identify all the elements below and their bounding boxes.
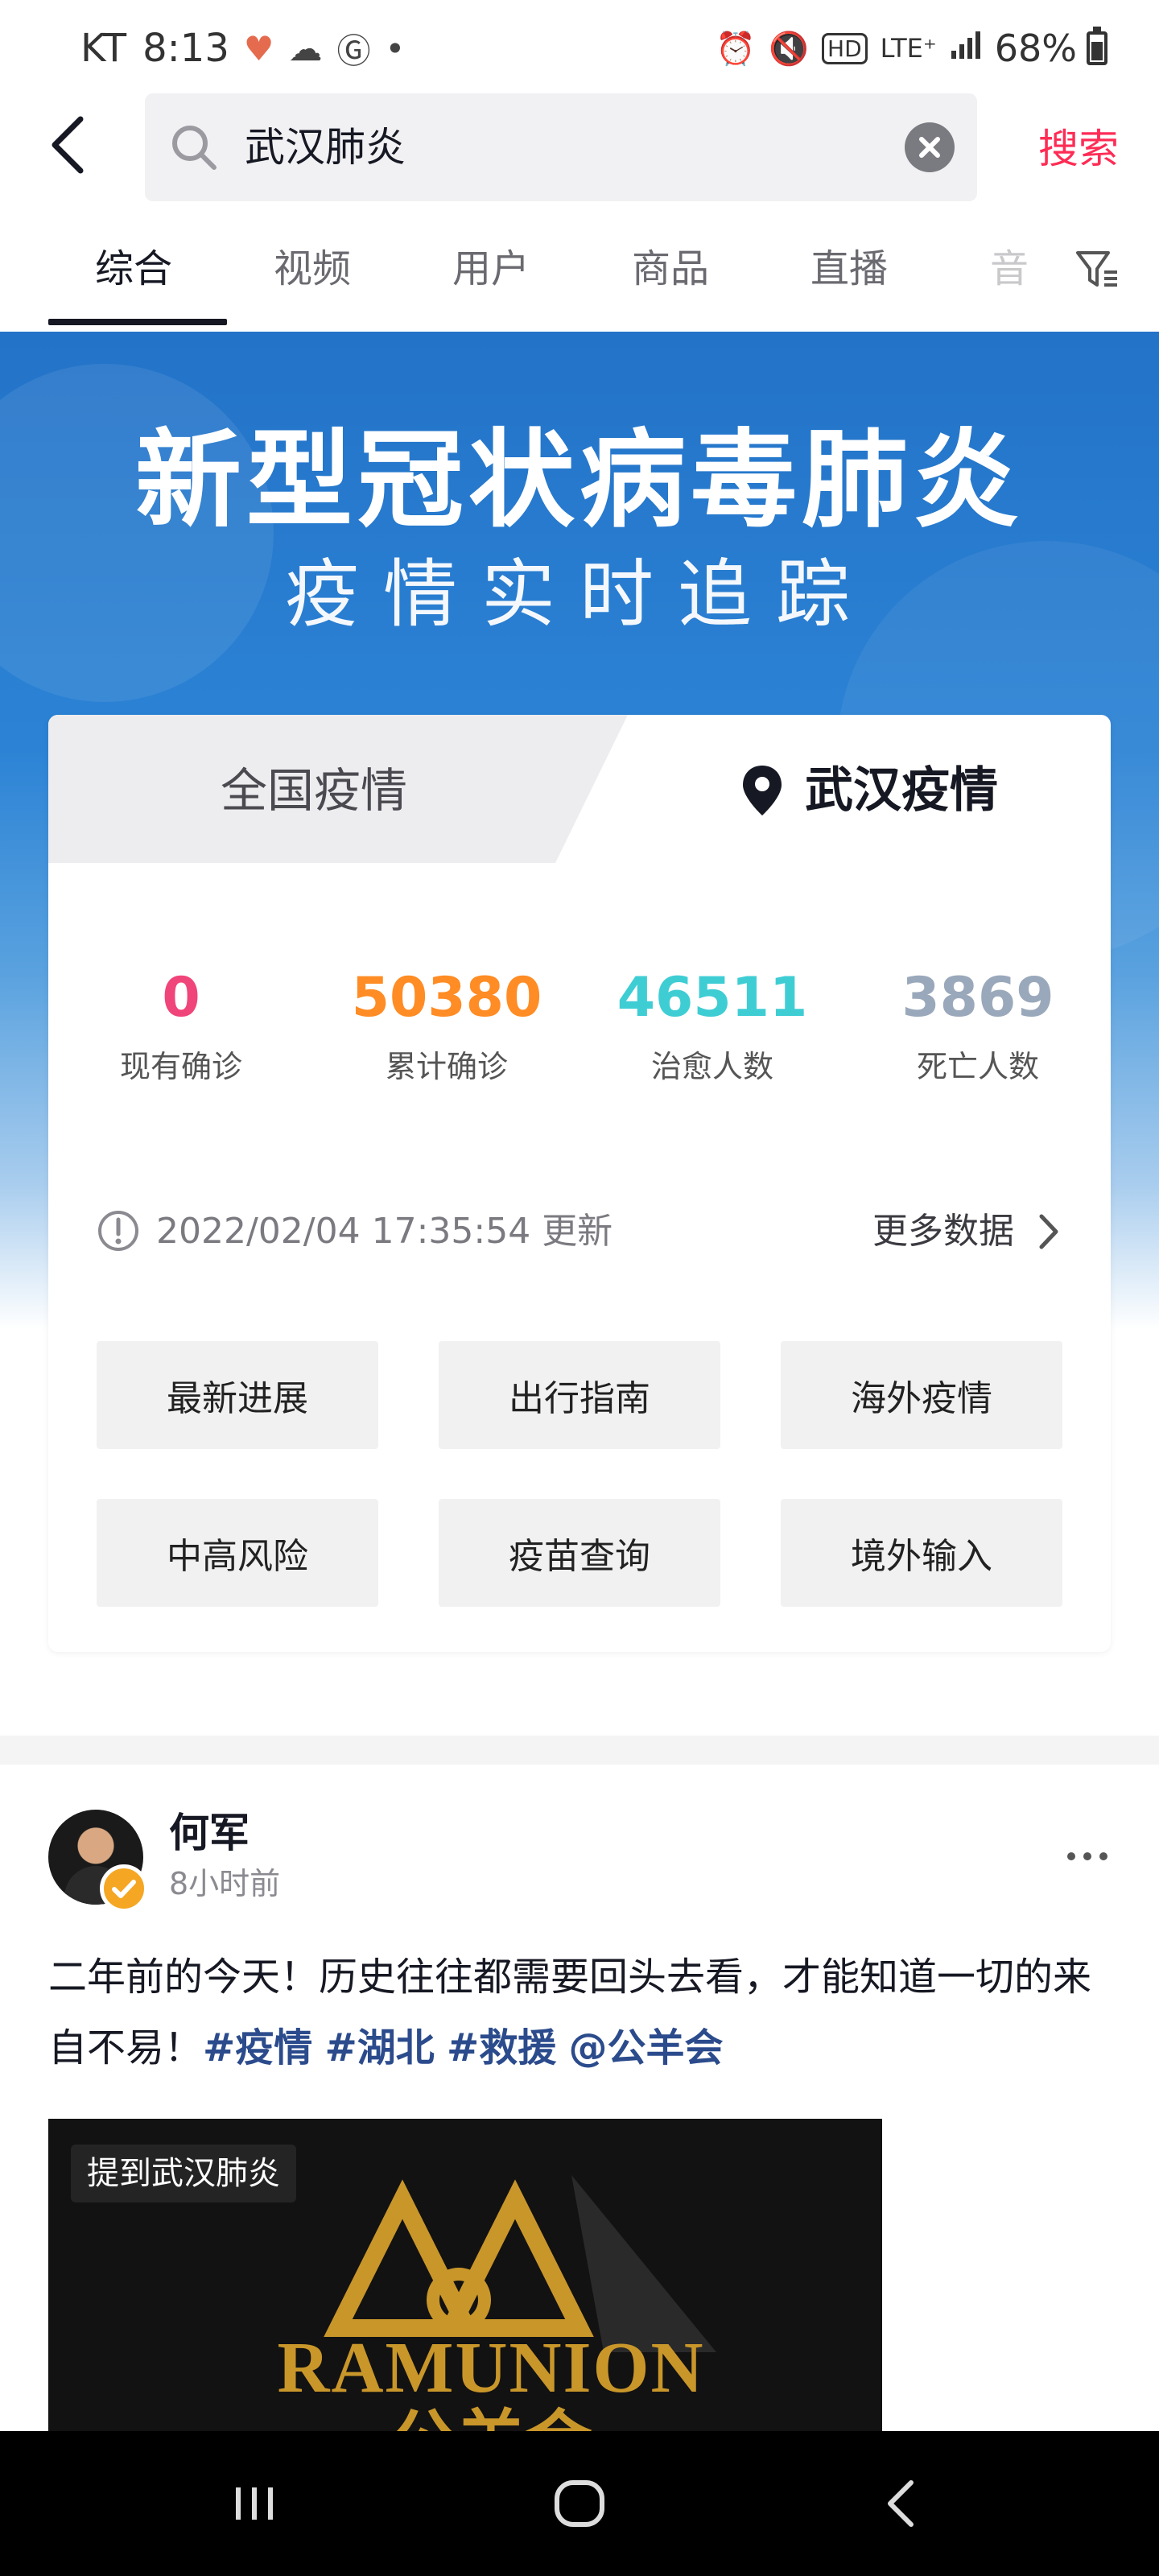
ramunion-logo-icon bbox=[324, 2175, 716, 2352]
more-data-link[interactable]: 更多数据 bbox=[872, 1208, 1062, 1256]
update-row: 2022/02/04 17:35:54 更新 更多数据 bbox=[97, 1198, 1062, 1262]
close-icon bbox=[919, 137, 940, 158]
battery-level bbox=[1091, 41, 1103, 60]
stat-value: 46511 bbox=[617, 966, 808, 1030]
more-data-label: 更多数据 bbox=[872, 1211, 1014, 1252]
stats-row: 0 现有确诊 50380 累计确诊 46511 治愈人数 3869 死亡人数 bbox=[48, 964, 1111, 1101]
battery-icon bbox=[1087, 27, 1107, 65]
overseas-epidemic-button[interactable]: 海外疫情 bbox=[781, 1341, 1062, 1449]
search-button[interactable]: 搜索 bbox=[1038, 119, 1119, 179]
more-dot-icon bbox=[1083, 1852, 1091, 1860]
tab-live[interactable]: 直播 bbox=[810, 243, 888, 295]
stat-value: 3869 bbox=[901, 966, 1054, 1030]
latest-progress-button[interactable]: 最新进展 bbox=[97, 1341, 378, 1449]
tab-products[interactable]: 商品 bbox=[632, 243, 709, 295]
signal-icon bbox=[950, 28, 982, 68]
tab-wuhan[interactable]: 武汉疫情 bbox=[660, 760, 1079, 821]
banner-title: 新型冠状病毒肺炎 bbox=[135, 419, 1024, 543]
clear-search-button[interactable] bbox=[905, 122, 955, 172]
mentions-search-label: 提到武汉肺炎 bbox=[71, 2145, 296, 2202]
stat-value: 0 bbox=[162, 966, 200, 1030]
post-text: 二年前的今天！历史往往都需要回头去看，才能知道一切的来自不易！#疫情 #湖北 #… bbox=[48, 1942, 1111, 2083]
hashtag-hubei[interactable]: #湖北 bbox=[325, 2025, 435, 2070]
back-nav-icon bbox=[888, 2480, 914, 2527]
status-bar-right: ⏰ 🔇 HD LTE⁺ 68% bbox=[716, 24, 1107, 72]
battery-percent: 68% bbox=[994, 27, 1077, 70]
travel-guide-button[interactable]: 出行指南 bbox=[439, 1341, 720, 1449]
back-nav-button[interactable] bbox=[871, 2471, 935, 2536]
recent-apps-button[interactable] bbox=[222, 2471, 287, 2536]
tab-users[interactable]: 用户 bbox=[452, 243, 530, 295]
status-bar-left: KT 8:13 ♥ ☁ Ⓖ • bbox=[80, 24, 405, 72]
more-dot-icon bbox=[1067, 1852, 1075, 1860]
g-icon: Ⓖ bbox=[336, 31, 371, 71]
info-icon bbox=[98, 1211, 138, 1251]
hashtag-epidemic[interactable]: #疫情 bbox=[203, 2025, 312, 2070]
post-author[interactable]: 何军 bbox=[169, 1805, 250, 1861]
stat-total-confirmed: 50380 累计确诊 bbox=[314, 964, 580, 1087]
more-dot-icon bbox=[1099, 1852, 1107, 1860]
stats-card: 全国疫情 武汉疫情 0 现有确诊 50380 累计确诊 46511 治愈人数 3… bbox=[48, 715, 1111, 1652]
stat-label: 累计确诊 bbox=[385, 1049, 508, 1084]
tab-video[interactable]: 视频 bbox=[274, 243, 351, 295]
heart-pulse-icon: ♥ bbox=[243, 28, 274, 68]
back-arrow-icon bbox=[52, 116, 84, 174]
post-card[interactable]: 何军 8小时前 二年前的今天！历史往往都需要回头去看，才能知道一切的来自不易！#… bbox=[0, 1765, 1159, 2441]
system-nav-bar bbox=[0, 2431, 1159, 2576]
stat-label: 治愈人数 bbox=[650, 1049, 773, 1084]
search-header: 武汉肺炎 搜索 bbox=[0, 90, 1159, 201]
carrier-label: KT bbox=[80, 26, 127, 71]
tab-wuhan-label: 武汉疫情 bbox=[805, 762, 998, 819]
stat-value: 50380 bbox=[351, 966, 542, 1030]
recent-apps-icon bbox=[236, 2487, 273, 2520]
stat-label: 死亡人数 bbox=[916, 1049, 1039, 1084]
search-icon bbox=[172, 126, 217, 170]
home-icon bbox=[555, 2480, 604, 2527]
stat-current-confirmed: 0 现有确诊 bbox=[48, 964, 314, 1087]
home-button[interactable] bbox=[547, 2471, 612, 2536]
verified-badge-icon bbox=[100, 1864, 148, 1913]
filter-icon[interactable] bbox=[1075, 248, 1119, 291]
chevron-right-icon bbox=[1039, 1214, 1058, 1249]
mute-icon: 🔇 bbox=[769, 30, 810, 68]
update-time: 2022/02/04 17:35:54 更新 bbox=[156, 1211, 613, 1252]
status-time: 8:13 bbox=[142, 26, 229, 71]
hd-icon: HD bbox=[822, 32, 868, 64]
tab-national[interactable]: 全国疫情 bbox=[48, 760, 580, 821]
imported-cases-button[interactable]: 境外输入 bbox=[781, 1499, 1062, 1607]
tab-music[interactable]: 音 bbox=[990, 243, 1029, 295]
more-options-button[interactable] bbox=[1067, 1848, 1107, 1864]
alarm-icon: ⏰ bbox=[716, 30, 757, 68]
banner-subtitle: 疫情实时追踪 bbox=[284, 551, 874, 638]
risk-areas-button[interactable]: 中高风险 bbox=[97, 1499, 378, 1607]
stat-label: 现有确诊 bbox=[119, 1049, 242, 1084]
lte-icon: LTE⁺ bbox=[880, 33, 937, 64]
location-pin-icon bbox=[743, 766, 782, 815]
dot-icon: • bbox=[385, 28, 406, 68]
status-bar: KT 8:13 ♥ ☁ Ⓖ • ⏰ 🔇 HD LTE⁺ 68% bbox=[0, 0, 1159, 90]
card-tabs: 全国疫情 武汉疫情 bbox=[48, 715, 1111, 863]
cloud-icon: ☁ bbox=[288, 28, 323, 68]
hashtag-rescue[interactable]: #救援 bbox=[447, 2025, 556, 2070]
search-query[interactable]: 武汉肺炎 bbox=[245, 118, 406, 177]
back-button[interactable] bbox=[45, 113, 93, 177]
search-tabs: 综合 视频 用户 商品 直播 音 bbox=[0, 219, 1159, 328]
search-input[interactable]: 武汉肺炎 bbox=[145, 93, 977, 201]
tab-comprehensive[interactable]: 综合 bbox=[95, 243, 172, 295]
mention-ramunion[interactable]: @公羊会 bbox=[569, 2025, 724, 2070]
active-tab-indicator bbox=[48, 319, 227, 325]
post-time: 8小时前 bbox=[169, 1866, 281, 1901]
vaccine-query-button[interactable]: 疫苗查询 bbox=[439, 1499, 720, 1607]
logo-text: RAMUNION bbox=[277, 2328, 705, 2408]
post-video-thumbnail[interactable]: RAMUNION 公羊会 提到武汉肺炎 bbox=[48, 2119, 882, 2441]
stat-deaths: 3869 死亡人数 bbox=[845, 964, 1111, 1087]
section-divider bbox=[0, 1736, 1159, 1765]
covid-tracker-banner: 新型冠状病毒肺炎 疫情实时追踪 全国疫情 武汉疫情 0 现有确诊 50380 累… bbox=[0, 332, 1159, 1737]
stat-recovered: 46511 治愈人数 bbox=[580, 964, 845, 1087]
